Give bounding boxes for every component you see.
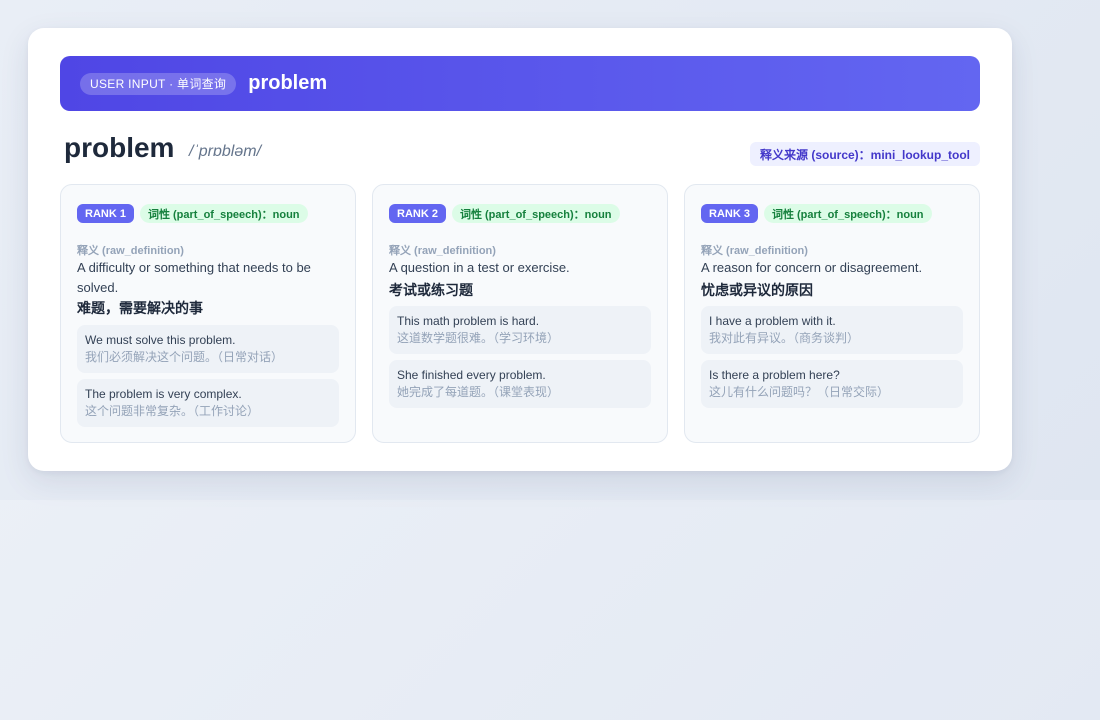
pos-badge: 词性 (part_of_speech)：noun [763, 204, 932, 223]
sense-card-1: RANK 1 词性 (part_of_speech)：noun 释义 (raw_… [60, 184, 356, 443]
definition-label: 释义 (raw_definition) [389, 245, 496, 257]
example-item: I have a problem with it. 我对此有异议。（商务谈判） [701, 306, 963, 354]
definition-zh: 考试或练习题 [389, 282, 473, 298]
example-zh: 我对此有异议。（商务谈判） [709, 331, 860, 345]
example-zh: 这道数学题很难。（学习环境） [397, 331, 560, 345]
example-zh: 这个问题非常复杂。（工作讨论） [85, 404, 260, 418]
user-input-tag: USER INPUT · 单词查询 [80, 72, 237, 95]
sense-card-2: RANK 2 词性 (part_of_speech)：noun 释义 (raw_… [372, 184, 668, 443]
headword: problem [64, 132, 175, 163]
definition-en: A difficulty or something that needs to … [77, 260, 311, 295]
sense-card-3: RANK 3 词性 (part_of_speech)：noun 释义 (raw_… [684, 184, 980, 443]
example-item: This math problem is hard. 这道数学题很难。（学习环境… [389, 306, 651, 354]
query-word: problem [248, 72, 328, 94]
rank-badge: RANK 2 [389, 204, 446, 223]
pos-badge: 词性 (part_of_speech)：noun [451, 204, 620, 223]
definition-en: A reason for concern or disagreement. [701, 260, 923, 275]
rank-badge: RANK 3 [701, 204, 758, 223]
sense-header: RANK 3 词性 (part_of_speech)：noun [701, 204, 932, 223]
example-en: She finished every problem. [397, 368, 546, 382]
example-item: We must solve this problem. 我们必须解决这个问题。（… [77, 325, 339, 373]
phonetic: /ˈprɒbləm/ [189, 143, 262, 160]
word-header: problem /ˈprɒbləm/ 释义来源 (source)：mini_lo… [64, 132, 980, 168]
example-item: The problem is very complex. 这个问题非常复杂。（工… [77, 379, 339, 427]
definition-label: 释义 (raw_definition) [77, 245, 184, 257]
example-en: I have a problem with it. [709, 314, 836, 328]
example-en: This math problem is hard. [397, 314, 540, 328]
rank-badge: RANK 1 [77, 204, 134, 223]
definition-en: A question in a test or exercise. [389, 260, 570, 275]
example-zh: 这儿有什么问题吗？（日常交际） [709, 385, 890, 399]
example-en: The problem is very complex. [85, 387, 242, 401]
definition-label: 释义 (raw_definition) [701, 245, 808, 257]
example-en: We must solve this problem. [85, 333, 236, 347]
definition-zh: 难题，需要解决的事 [77, 300, 203, 316]
query-banner: USER INPUT · 单词查询 problem [60, 56, 980, 111]
sense-header: RANK 2 词性 (part_of_speech)：noun [389, 204, 620, 223]
example-en: Is there a problem here? [709, 368, 840, 382]
source-badge: 释义来源 (source)：mini_lookup_tool [749, 142, 980, 166]
sense-header: RANK 1 词性 (part_of_speech)：noun [77, 204, 308, 223]
pos-badge: 词性 (part_of_speech)：noun [139, 204, 308, 223]
definition-zh: 忧虑或异议的原因 [701, 282, 813, 298]
example-item: Is there a problem here? 这儿有什么问题吗？（日常交际） [701, 360, 963, 408]
example-zh: 我们必须解决这个问题。（日常对话） [85, 350, 284, 364]
example-item: She finished every problem. 她完成了每道题。（课堂表… [389, 360, 651, 408]
lookup-card: USER INPUT · 单词查询 problem problem /ˈprɒb… [28, 28, 1012, 471]
example-zh: 她完成了每道题。（课堂表现） [397, 385, 560, 399]
